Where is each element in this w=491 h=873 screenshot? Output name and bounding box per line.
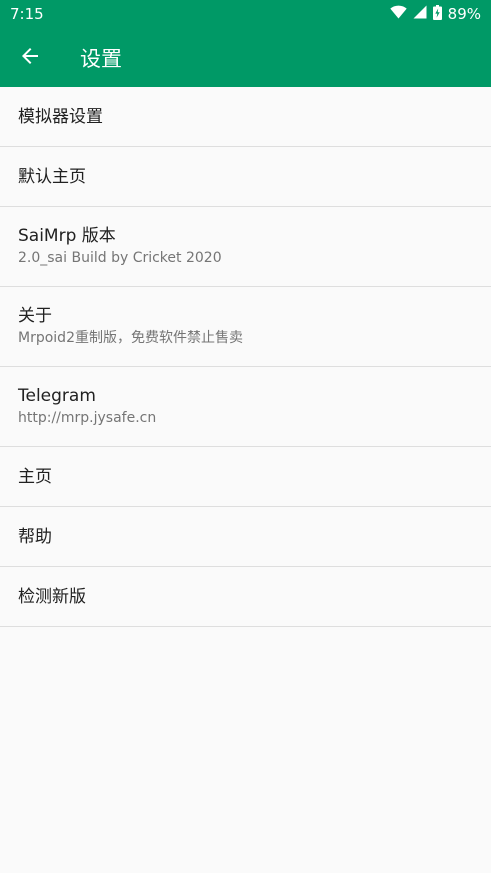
settings-item-title: 主页 [18,466,52,487]
settings-item-subtitle: http://mrp.jysafe.cn [18,410,157,426]
status-time: 7:15 [10,5,44,23]
settings-item-default-home[interactable]: 默认主页 [0,147,491,207]
settings-item-check-update[interactable]: 检测新版 [0,567,491,627]
settings-item-title: 模拟器设置 [18,106,103,127]
settings-item-title: Telegram [18,386,96,406]
settings-item-subtitle: 2.0_sai Build by Cricket 2020 [18,250,222,266]
signal-icon [413,5,427,23]
settings-list: 模拟器设置 默认主页 SaiMrp 版本 2.0_sai Build by Cr… [0,87,491,627]
battery-charging-icon [432,4,442,24]
screen: 7:15 89% 设置 模拟器设置 默认主页 SaiMrp 版本 2.0_sai… [0,0,491,873]
status-icons: 89% [389,4,481,24]
wifi-icon [389,5,407,23]
settings-item-homepage[interactable]: 主页 [0,447,491,507]
back-button[interactable] [0,28,60,87]
settings-item-about[interactable]: 关于 Mrpoid2重制版，免费软件禁止售卖 [0,287,491,367]
battery-percent: 89% [447,5,481,23]
app-toolbar: 设置 [0,28,491,87]
settings-item-version[interactable]: SaiMrp 版本 2.0_sai Build by Cricket 2020 [0,207,491,287]
settings-item-help[interactable]: 帮助 [0,507,491,567]
settings-item-title: SaiMrp 版本 [18,226,116,246]
settings-item-emulator[interactable]: 模拟器设置 [0,87,491,147]
settings-item-title: 帮助 [18,526,52,547]
arrow-back-icon [20,46,40,70]
page-title: 设置 [80,46,122,71]
settings-item-title: 默认主页 [18,166,86,187]
settings-item-title: 关于 [18,306,52,326]
status-bar: 7:15 89% [0,0,491,28]
settings-item-subtitle: Mrpoid2重制版，免费软件禁止售卖 [18,330,243,346]
settings-item-telegram[interactable]: Telegram http://mrp.jysafe.cn [0,367,491,447]
settings-item-title: 检测新版 [18,586,86,607]
